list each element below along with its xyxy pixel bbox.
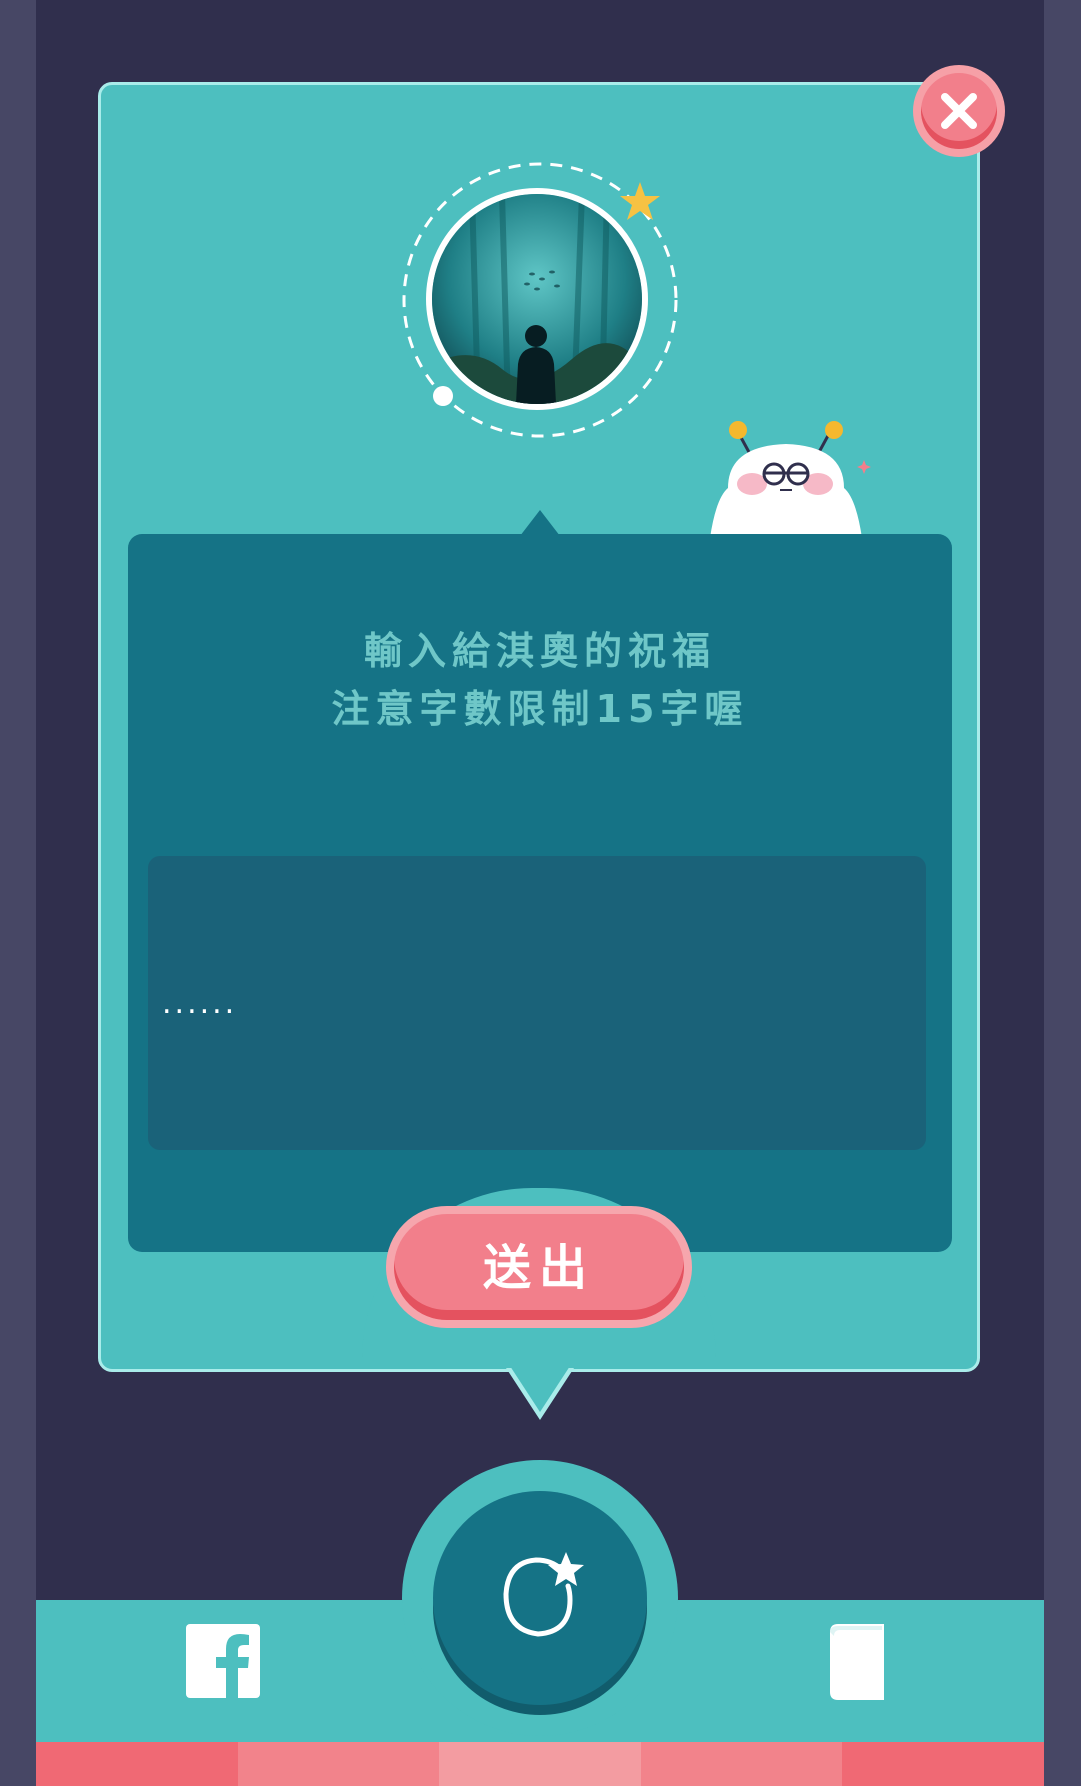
send-label: 送出 xyxy=(394,1214,684,1320)
prompt-title: 輸入給淇奧的祝福 xyxy=(363,629,716,673)
star-icon xyxy=(620,182,660,220)
avatar xyxy=(426,188,648,410)
wish-prompt: 輸入給淇奧的祝福 注意字數限制15字喔 xyxy=(128,622,952,738)
avatar-frame xyxy=(400,160,680,440)
close-icon xyxy=(941,93,977,129)
footer-stripe xyxy=(842,1742,1044,1786)
prompt-limit-note: 注意字數限制15字喔 xyxy=(331,687,749,731)
send-button[interactable]: 送出 xyxy=(386,1206,692,1328)
wish-input[interactable] xyxy=(148,856,926,1150)
aquarium-photo xyxy=(432,194,642,404)
wish-orb-button[interactable] xyxy=(433,1491,647,1705)
book-icon[interactable] xyxy=(828,1624,888,1700)
panel-notch xyxy=(520,510,560,536)
footer-stripe xyxy=(237,1742,440,1786)
modal-pointer-fill xyxy=(510,1366,570,1412)
footer-stripe xyxy=(36,1742,238,1786)
wish-orb-icon xyxy=(503,1552,584,1637)
footer-stripe xyxy=(640,1742,843,1786)
footer-stripe xyxy=(439,1742,641,1786)
facebook-icon[interactable] xyxy=(186,1624,260,1698)
footer-stripes xyxy=(36,1742,1044,1786)
close-button[interactable] xyxy=(913,65,1005,157)
